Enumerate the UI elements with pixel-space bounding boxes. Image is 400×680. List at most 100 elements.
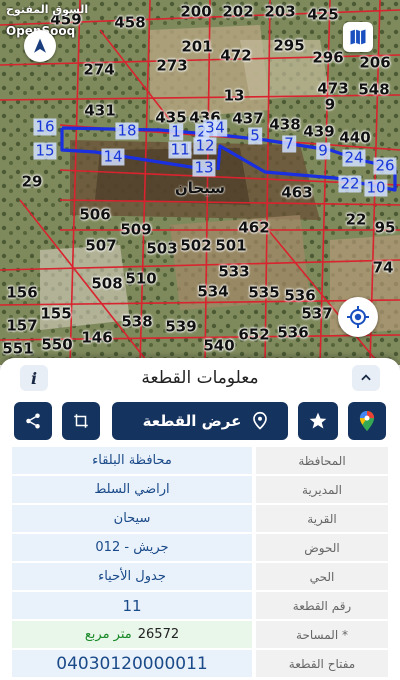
locate-me-button[interactable] <box>338 297 378 337</box>
parcel-details-table: محافظة البلقاء المحافظة اراضي السلط المد… <box>12 447 388 679</box>
governorate-value: محافظة البلقاء <box>12 447 252 474</box>
parcel-number: 534 <box>197 282 229 301</box>
parcel-number: 206 <box>359 53 391 72</box>
parcel-number: 438 <box>269 115 301 134</box>
parcel-number: 203 <box>264 2 296 21</box>
parcel-number: 425 <box>307 5 339 24</box>
compass-icon <box>34 38 46 53</box>
table-row: جريش - 012 الحوض <box>12 534 388 561</box>
parcel-number: 74 <box>372 258 394 277</box>
parcel-number: 538 <box>121 312 153 331</box>
parcel-number: 13 <box>223 86 245 105</box>
star-icon <box>309 412 327 429</box>
parcel-number: 202 <box>222 2 254 21</box>
parcel-number: 458 <box>114 13 146 32</box>
parcel-number: 146 <box>81 328 113 347</box>
parcel-number: 462 <box>238 218 270 237</box>
map-book-icon <box>350 29 366 45</box>
parcel-number: 510 <box>125 269 157 288</box>
boundary-point: 1 <box>169 122 183 141</box>
area-value-cell: متر مربع 26572 <box>12 621 252 648</box>
parcel-number: 533 <box>218 262 250 281</box>
parcel-number: 502 <box>180 236 212 255</box>
table-row: محافظة البلقاء المحافظة <box>12 447 388 474</box>
governorate-label: المحافظة <box>256 447 388 474</box>
parcel-number: 472 <box>220 46 252 65</box>
area-label: المساحة * <box>256 621 388 648</box>
boundary-point: 15 <box>33 141 57 160</box>
share-button[interactable] <box>14 402 52 440</box>
parcel-number: 295 <box>273 36 305 55</box>
boundary-point: 9 <box>316 141 330 160</box>
neighborhood-label: الحي <box>256 563 388 590</box>
boundary-point: 22 <box>338 174 362 193</box>
panel-header: i معلومات القطعة <box>0 358 400 396</box>
boundary-point: 14 <box>101 147 125 166</box>
favorite-button[interactable] <box>298 402 338 440</box>
parcel-number: 548 <box>358 80 390 99</box>
parcel-number: 156 <box>6 283 38 302</box>
location-pin-icon <box>253 411 268 430</box>
parcel-number: 473 <box>317 79 349 98</box>
parcel-number: 537 <box>301 304 333 323</box>
brand-arabic: السوق المفتوح <box>6 3 89 16</box>
share-icon <box>26 413 40 429</box>
parcel-number: 95 <box>374 218 396 237</box>
parcel-number-label: رقم القطعة <box>256 592 388 619</box>
boundary-point: 10 <box>364 178 388 197</box>
parcel-number: 22 <box>345 210 367 229</box>
parcel-number: 439 <box>303 122 335 141</box>
chevron-up-icon <box>361 374 371 381</box>
parcel-number: 9 <box>324 95 336 114</box>
parcel-number: 506 <box>79 205 111 224</box>
parcel-number: 536 <box>284 286 316 305</box>
table-row: 11 رقم القطعة <box>12 592 388 619</box>
table-row: جدول الأحياء الحي <box>12 563 388 590</box>
parcel-number: 431 <box>84 101 116 120</box>
parcel-number: 508 <box>91 274 123 293</box>
table-row: 04030120000011 مفتاح القطعة <box>12 650 388 677</box>
draw-shape-button[interactable] <box>62 402 100 440</box>
parcel-number: 440 <box>339 128 371 147</box>
basin-label: الحوض <box>256 534 388 561</box>
compass-button[interactable] <box>24 30 56 62</box>
boundary-point: 26 <box>373 156 397 175</box>
directorate-label: المديرية <box>256 476 388 503</box>
map-view[interactable]: 458 200 202 203 425 459 201 472 295 296 … <box>0 0 400 365</box>
table-row: اراضي السلط المديرية <box>12 476 388 503</box>
parcel-key-label: مفتاح القطعة <box>256 650 388 677</box>
boundary-point: 5 <box>248 126 262 145</box>
locate-icon <box>347 306 369 328</box>
parcel-number: 273 <box>156 56 188 75</box>
parcel-key-value: 04030120000011 <box>12 650 252 677</box>
parcel-number-value: 11 <box>12 592 252 619</box>
parcel-number: 540 <box>203 336 235 355</box>
parcel-number: 652 <box>238 325 270 344</box>
parcel-info-panel: i معلومات القطعة عرض القطعة محافظة البلق… <box>0 358 400 680</box>
village-value: سيحان <box>12 505 252 532</box>
crop-shape-icon <box>74 414 88 428</box>
area-value: 26572 <box>137 627 180 642</box>
panel-title: معلومات القطعة <box>141 368 259 388</box>
parcel-number: 200 <box>180 2 212 21</box>
collapse-button[interactable] <box>352 365 380 391</box>
boundary-point: 24 <box>342 148 366 167</box>
boundary-point: 13 <box>192 158 216 177</box>
parcel-number: 463 <box>281 183 313 202</box>
boundary-point: 7 <box>282 134 296 153</box>
parcel-number: 539 <box>165 317 197 336</box>
parcel-number: 201 <box>181 37 213 56</box>
boundary-point: 12 <box>193 136 217 155</box>
parcel-number: 507 <box>85 236 117 255</box>
parcel-number: 503 <box>146 239 178 258</box>
boundary-point: 4 <box>213 118 227 137</box>
open-google-maps-button[interactable] <box>348 402 386 440</box>
parcel-number: 274 <box>83 60 115 79</box>
boundary-point: 11 <box>168 140 192 159</box>
show-parcel-button[interactable]: عرض القطعة <box>112 402 288 440</box>
parcel-number: 535 <box>248 283 280 302</box>
neighborhood-value: جدول الأحياء <box>12 563 252 590</box>
table-row: متر مربع 26572 المساحة * <box>12 621 388 648</box>
directorate-value: اراضي السلط <box>12 476 252 503</box>
map-layers-button[interactable] <box>343 22 373 52</box>
